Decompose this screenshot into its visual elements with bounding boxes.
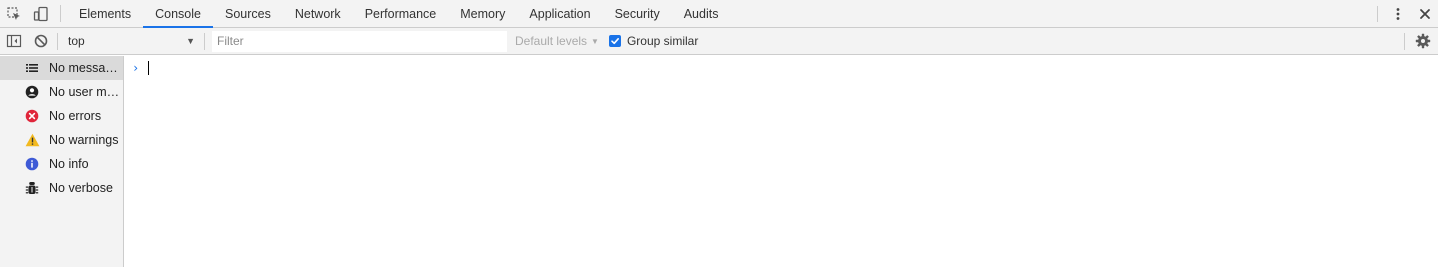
tab-application[interactable]: Application <box>517 0 602 27</box>
sidebar-toggle-icon <box>6 34 21 48</box>
sidebar-item-label: No errors <box>49 109 102 123</box>
device-mode-icon <box>33 6 48 21</box>
tab-label: Security <box>614 6 660 21</box>
dropdown-arrow-icon: ▼ <box>186 36 195 46</box>
toolbar-divider <box>1404 32 1405 50</box>
info-icon <box>24 156 40 172</box>
sidebar-item-label: No warnings <box>49 133 119 147</box>
customize-devtools-button[interactable] <box>1384 0 1411 27</box>
sidebar-item-verbose[interactable]: No verbose <box>0 176 123 200</box>
console-prompt-icon: › <box>132 61 140 75</box>
inspect-element-button[interactable] <box>0 0 27 27</box>
toolbar-divider <box>60 5 61 22</box>
tab-sources[interactable]: Sources <box>213 0 283 27</box>
list-icon <box>24 60 40 76</box>
sidebar-item-label: No user me… <box>49 85 123 99</box>
sidebar-item-errors[interactable]: No errors <box>0 104 123 128</box>
tab-network[interactable]: Network <box>283 0 353 27</box>
tab-label: Console <box>155 6 201 21</box>
toggle-sidebar-button[interactable] <box>0 28 27 55</box>
device-toolbar-button[interactable] <box>27 0 54 27</box>
block-icon <box>34 34 47 48</box>
sidebar-item-label: No verbose <box>49 181 113 195</box>
toolbar-divider <box>204 32 205 50</box>
tab-label: Network <box>294 6 341 21</box>
checkmark-icon <box>611 38 619 45</box>
clear-console-button[interactable] <box>27 28 54 55</box>
dropdown-arrow-icon: ▼ <box>591 36 599 46</box>
tab-label: Performance <box>364 6 437 21</box>
error-icon <box>24 108 40 124</box>
warning-icon <box>24 132 40 148</box>
close-icon <box>1419 8 1430 19</box>
log-levels-label: Default levels <box>515 34 588 48</box>
text-caret <box>148 61 149 75</box>
console-settings-button[interactable] <box>1408 28 1438 55</box>
close-devtools-button[interactable] <box>1411 0 1438 27</box>
devtools-tabbar: Elements Console Sources Network Perform… <box>0 0 1438 28</box>
context-selector-value: top <box>68 34 85 48</box>
sidebar-item-info[interactable]: No info <box>0 152 123 176</box>
group-similar-label: Group similar <box>626 34 699 48</box>
toolbar-divider <box>1377 5 1378 22</box>
tab-label: Memory <box>460 6 506 21</box>
tab-memory[interactable]: Memory <box>448 0 517 27</box>
gear-icon <box>1415 33 1431 49</box>
inspect-icon <box>6 6 20 20</box>
tab-label: Elements <box>79 6 132 21</box>
console-output[interactable]: › <box>124 56 1438 267</box>
group-similar-checkbox[interactable] <box>608 35 621 47</box>
tab-performance[interactable]: Performance <box>353 0 449 27</box>
tab-audits[interactable]: Audits <box>672 0 731 27</box>
console-sidebar: No messages No user me… No errors No war… <box>0 56 124 267</box>
sidebar-item-label: No info <box>49 157 89 171</box>
tab-console[interactable]: Console <box>143 0 213 28</box>
console-toolbar: top ▼ Default levels ▼ Group similar <box>0 28 1438 55</box>
sidebar-item-label: No messages <box>49 61 123 75</box>
sidebar-item-user-messages[interactable]: No user me… <box>0 80 123 104</box>
tab-elements[interactable]: Elements <box>67 0 143 27</box>
filter-input[interactable] <box>212 30 507 52</box>
tab-security[interactable]: Security <box>603 0 672 27</box>
log-levels-dropdown[interactable]: Default levels ▼ <box>515 34 599 48</box>
group-similar-toggle[interactable]: Group similar <box>608 34 699 48</box>
sidebar-item-warnings[interactable]: No warnings <box>0 128 123 152</box>
sidebar-item-messages[interactable]: No messages <box>0 56 123 80</box>
context-selector[interactable]: top ▼ <box>61 30 201 52</box>
user-icon <box>24 84 40 100</box>
toolbar-divider <box>57 32 58 50</box>
more-vertical-icon <box>1396 7 1399 20</box>
tab-label: Application <box>529 6 591 21</box>
tab-label: Audits <box>683 6 719 21</box>
bug-icon <box>24 180 40 196</box>
tab-label: Sources <box>224 6 271 21</box>
